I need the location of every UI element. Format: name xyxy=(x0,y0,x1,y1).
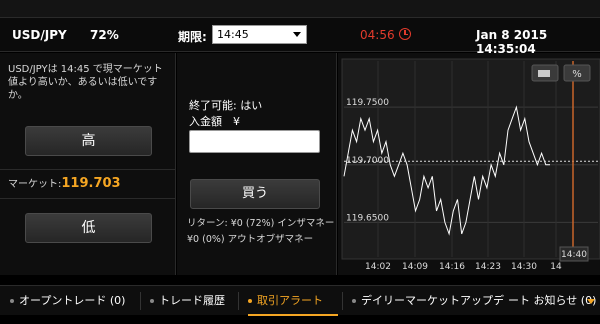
y-tick-label: 119.6500 xyxy=(346,213,389,223)
amount-label: 入金額 ¥ xyxy=(189,115,240,128)
question-text: USD/JPYは 14:45 で現マーケット値より高いか、あるいは低いですか。 xyxy=(8,64,163,101)
order-panel: 終了可能: はい 入金額 ¥ 買う リターン: ¥0 (72%) インザマネー … xyxy=(177,53,337,275)
x-tick-label: 14:09 xyxy=(402,262,428,272)
direction-panel: USD/JPYは 14:45 で現マーケット値より高いか、あるいは低いですか。 … xyxy=(0,53,176,275)
bottom-tabs: オープントレード (0) トレード履歴 取引アラート デイリーマーケットアップデ… xyxy=(0,285,600,316)
expiry-label: 期限: xyxy=(178,30,207,44)
amount-input[interactable] xyxy=(189,130,320,153)
chart-icon xyxy=(538,70,550,77)
otm-note: ¥0 (0%) アウトオブザマネー xyxy=(187,234,314,245)
bullet-icon xyxy=(150,299,154,303)
tab-trade-history[interactable]: トレード履歴 xyxy=(150,286,225,316)
tab-trade-alerts[interactable]: 取引アラート xyxy=(248,286,338,316)
bullet-icon xyxy=(248,299,252,303)
percent-label: % xyxy=(572,69,582,80)
y-tick-label: 119.7500 xyxy=(346,98,389,108)
chevron-down-icon xyxy=(293,32,301,37)
divider xyxy=(0,198,176,199)
current-datetime: Jan 8 2015 14:35:04 xyxy=(476,28,548,56)
trade-header: USD/JPY 72% 期限: 14:45 04:56 Jan 8 2015 1… xyxy=(0,18,600,56)
tab-label: トレード履歴 xyxy=(159,294,225,307)
tab-notices[interactable]: ート お知らせ (0) xyxy=(508,286,596,316)
tab-open-trades[interactable]: オープントレード (0) xyxy=(10,286,125,316)
tab-daily-market-update[interactable]: デイリーマーケットアップデ xyxy=(352,286,504,316)
price-chart-svg: 119.7500 119.7000 119.6500 14:02 14:09 14:16… xyxy=(341,58,600,272)
x-tick-label: 14:30 xyxy=(511,262,537,272)
market-price: マーケット:119.703 xyxy=(8,175,121,191)
tab-label: オープントレード xyxy=(19,294,107,307)
x-tick-label: 14 xyxy=(550,262,562,272)
buy-button[interactable]: 買う xyxy=(190,179,320,209)
tab-divider xyxy=(342,292,343,310)
tab-divider xyxy=(238,292,239,310)
clock-icon xyxy=(399,28,411,40)
bullet-icon xyxy=(352,299,356,303)
percent-button[interactable]: % xyxy=(563,64,591,82)
bullet-icon xyxy=(10,299,14,303)
top-strip xyxy=(0,0,600,18)
return-note: リターン: ¥0 (72%) インザマネー xyxy=(187,218,335,229)
x-tick-label: 14:23 xyxy=(475,262,501,272)
tab-label: 取引アラート xyxy=(257,294,323,307)
price-chart[interactable]: 119.7500 119.7000 119.6500 14:02 14:09 14:16… xyxy=(338,53,600,275)
x-tick-label: 14:02 xyxy=(365,262,391,272)
chart-type-button[interactable] xyxy=(531,64,559,82)
tab-count: (0) xyxy=(109,294,126,307)
expiry-value: 14:45 xyxy=(217,28,249,41)
divider xyxy=(0,169,176,170)
expiry-marker-label: 14:40 xyxy=(561,250,587,260)
tab-label: デイリーマーケットアップデ xyxy=(361,294,504,307)
finish-availability: 終了可能: はい xyxy=(189,99,263,112)
expiry-select[interactable]: 14:45 xyxy=(212,25,307,44)
market-value: 119.703 xyxy=(61,176,121,191)
chevron-down-icon[interactable] xyxy=(587,299,595,304)
x-tick-label: 14:16 xyxy=(439,262,465,272)
y-tick-label: 119.7000 xyxy=(346,156,389,166)
high-button[interactable]: 高 xyxy=(25,126,152,156)
low-button[interactable]: 低 xyxy=(25,213,152,243)
tab-divider xyxy=(140,292,141,310)
asset-symbol: USD/JPY xyxy=(12,28,67,42)
market-label: マーケット: xyxy=(8,179,62,190)
countdown-timer: 04:56 xyxy=(360,28,395,42)
payout-percent: 72% xyxy=(90,28,119,42)
tab-label: ート お知らせ xyxy=(508,294,578,307)
